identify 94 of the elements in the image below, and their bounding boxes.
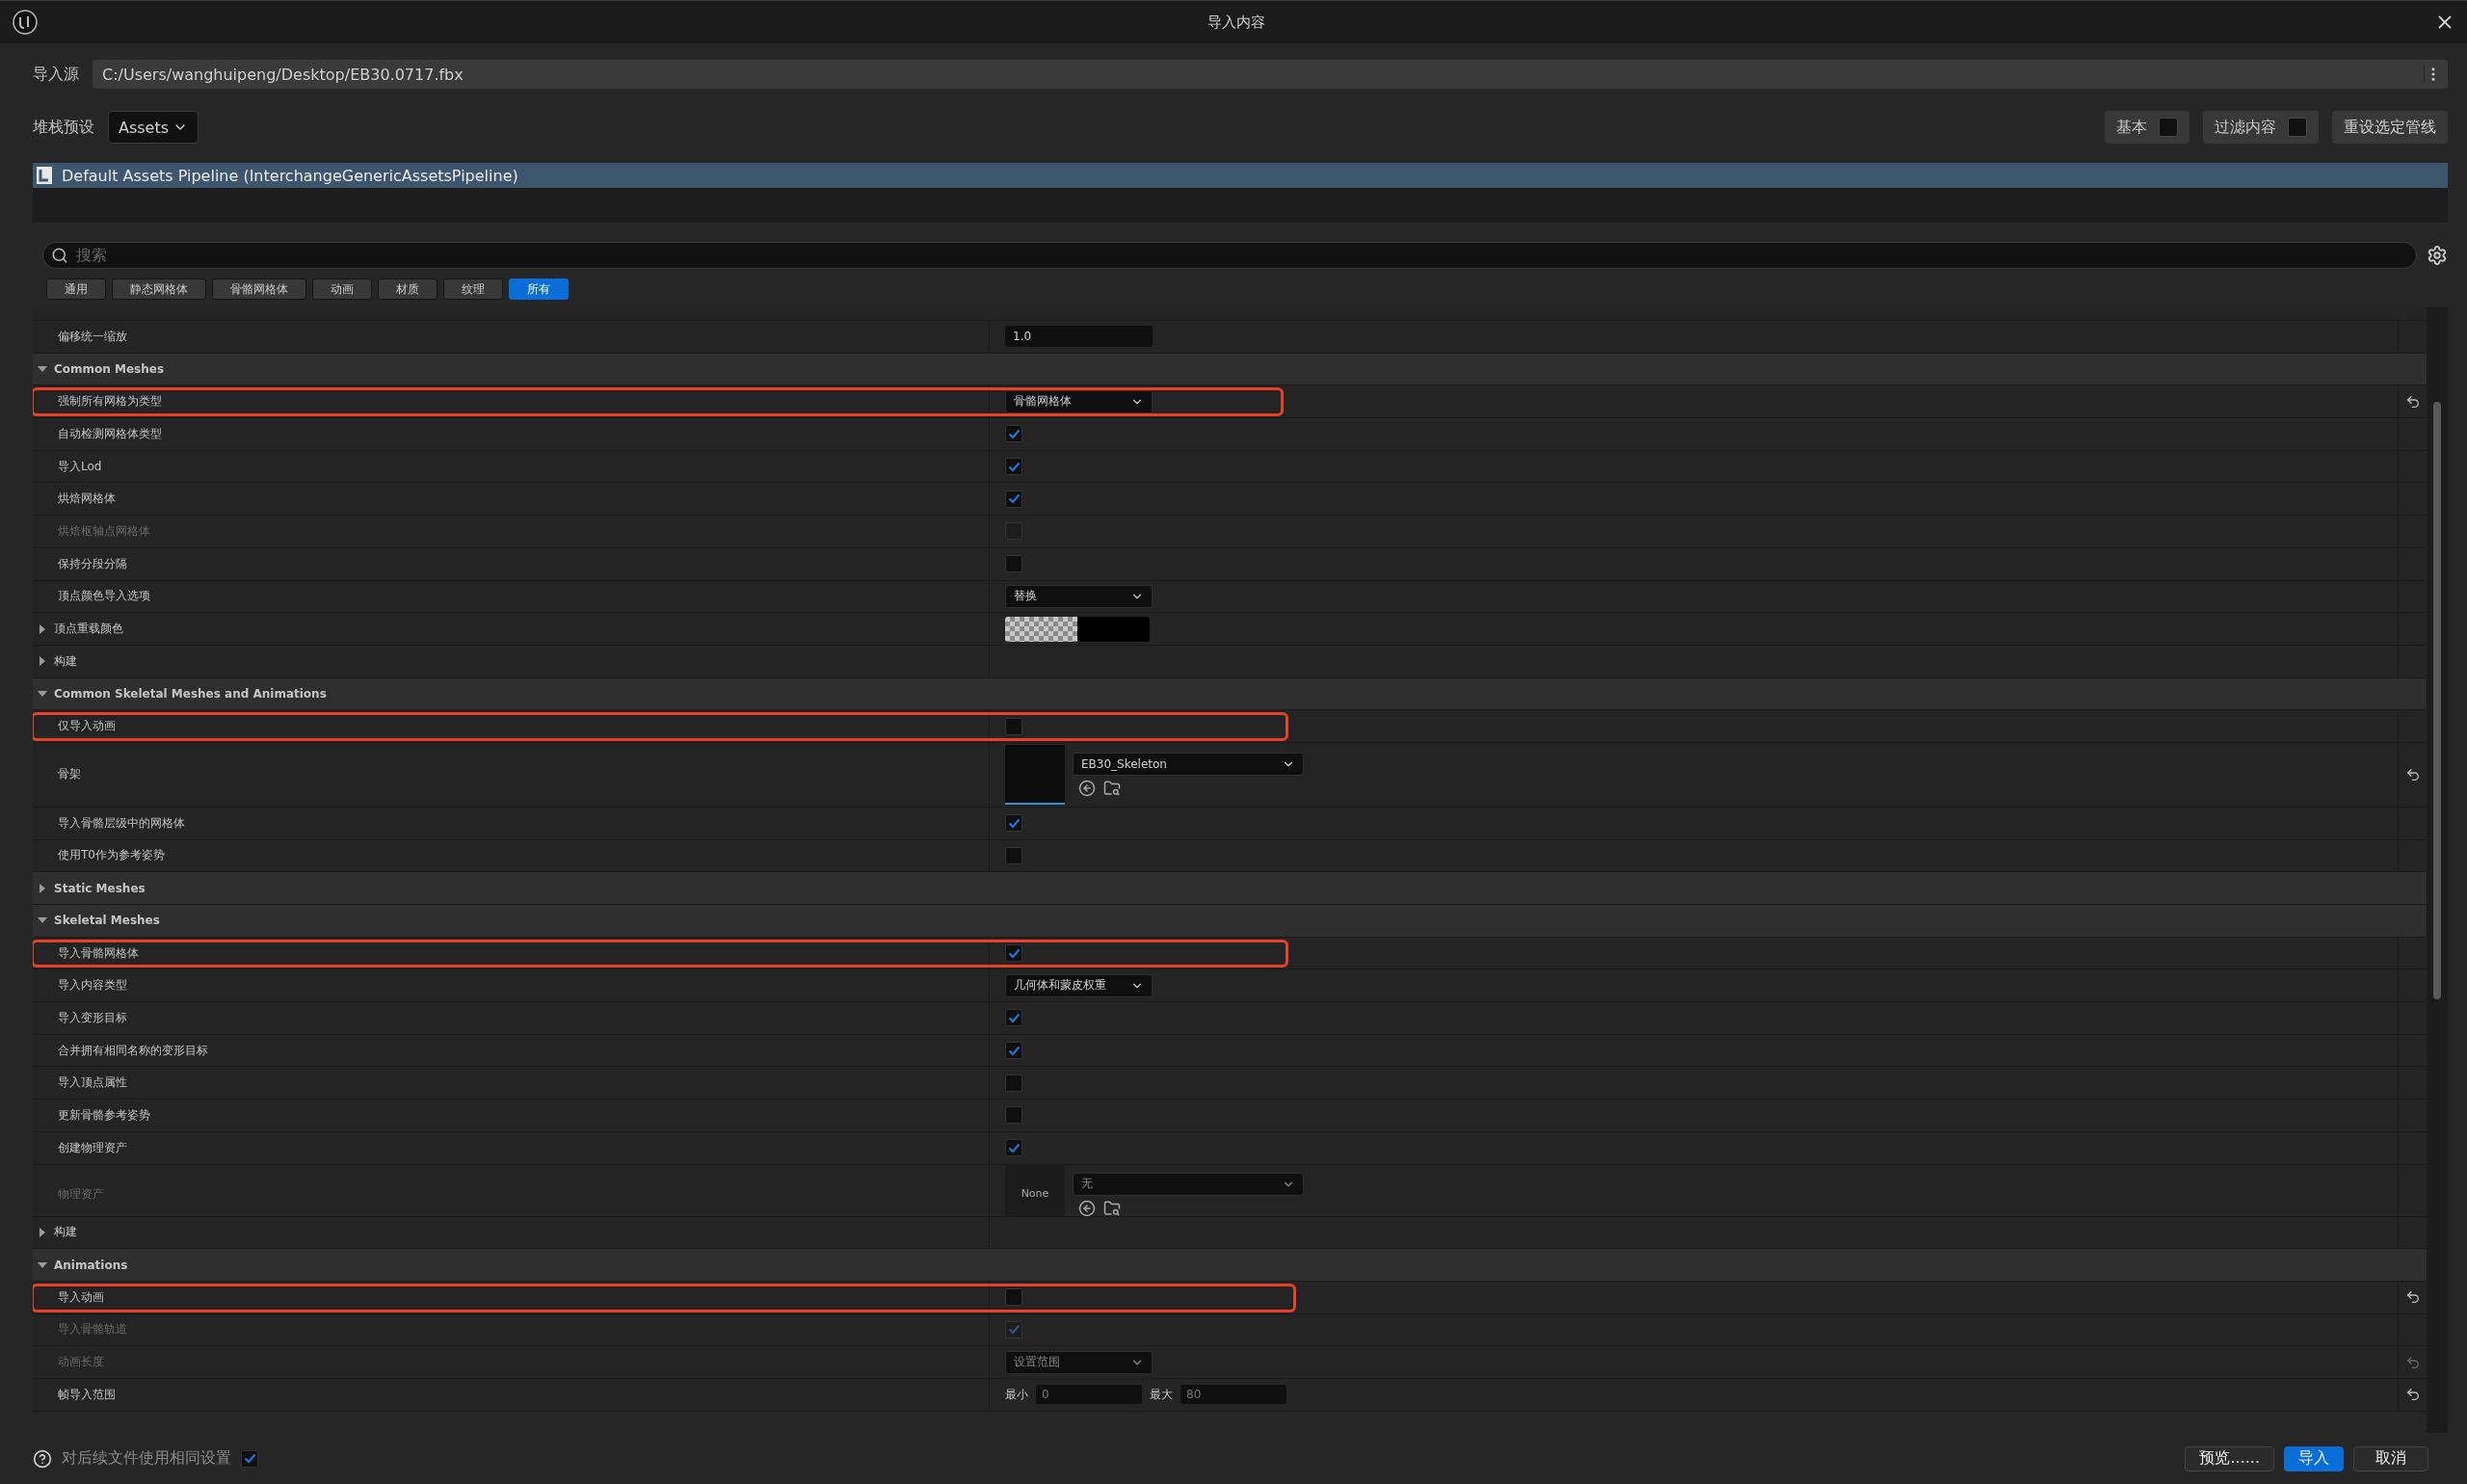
toggle-button[interactable]: 过滤内容	[2203, 111, 2319, 144]
source-label: 导入源	[33, 64, 79, 85]
use-selected-icon[interactable]	[1078, 779, 1096, 797]
checkbox[interactable]	[2288, 118, 2307, 137]
property-label: 导入变形目标	[58, 1009, 127, 1026]
property-label: 使用T0作为参考姿势	[58, 847, 165, 864]
property-label: 创建物理资产	[58, 1139, 127, 1156]
color-swatch[interactable]	[1005, 616, 1150, 642]
browse-folder-icon[interactable]	[1103, 779, 1121, 797]
checkbox[interactable]	[1005, 1073, 1022, 1092]
checkbox[interactable]	[1005, 555, 1022, 573]
max-field[interactable]: 80	[1180, 1385, 1287, 1405]
property-label: 物理资产	[58, 1186, 104, 1203]
preset-label: 堆栈预设	[33, 117, 94, 138]
reset-icon[interactable]	[2404, 1289, 2421, 1306]
asset-dropdown[interactable]: EB30_Skeleton	[1073, 752, 1304, 776]
property-label: 合并拥有相同名称的变形目标	[58, 1042, 208, 1059]
section-header[interactable]: Common Skeletal Meshes and Animations	[54, 686, 327, 701]
property-label: 导入顶点属性	[58, 1074, 127, 1092]
value-field[interactable]: 1.0	[1005, 326, 1153, 348]
property-label: 导入内容类型	[58, 977, 127, 994]
filter-tab[interactable]: 骨骼网格体	[212, 278, 306, 300]
section-header[interactable]: Skeletal Meshes	[54, 914, 160, 928]
section-header[interactable]: Animations	[54, 1258, 128, 1272]
property-label: 自动检测网格体类型	[58, 425, 162, 442]
section-header[interactable]: Common Meshes	[54, 362, 165, 377]
filter-tab[interactable]: 通用	[46, 278, 106, 300]
property-label: 仅导入动画	[58, 718, 116, 735]
pipeline-icon	[37, 167, 52, 184]
property-label: 保持分段分隔	[58, 555, 127, 572]
reset-icon[interactable]	[2404, 1387, 2421, 1403]
section-header[interactable]: Static Meshes	[54, 881, 146, 895]
checkbox[interactable]	[241, 1449, 258, 1468]
checkbox[interactable]	[1005, 1009, 1022, 1027]
property-label: 动画长度	[58, 1354, 104, 1371]
min-label: 最小	[1005, 1386, 1028, 1403]
use-selected-icon[interactable]	[1078, 1199, 1096, 1217]
window-title: 导入内容	[1207, 13, 1265, 32]
checkbox[interactable]	[1005, 846, 1022, 864]
property-label: 强制所有网格为类型	[58, 393, 162, 411]
reset-icon[interactable]	[2404, 393, 2421, 410]
checkbox[interactable]	[2159, 118, 2178, 137]
checkbox[interactable]	[1005, 1106, 1022, 1125]
checkbox[interactable]	[1005, 1139, 1022, 1157]
property-label: 顶点颜色导入选项	[58, 588, 150, 605]
value-dropdown[interactable]: 替换	[1005, 584, 1153, 608]
search-icon	[51, 247, 68, 264]
property-label: 烘焙网格体	[58, 490, 116, 508]
checkbox[interactable]	[1005, 717, 1022, 735]
property-label: 顶点重载颜色	[54, 621, 123, 638]
property-label: 烘焙枢轴点网格体	[58, 522, 150, 540]
logo-icon	[12, 9, 39, 36]
filter-tab[interactable]: 静态网格体	[112, 278, 206, 300]
value-dropdown[interactable]: 几何体和蒙皮权重	[1005, 973, 1153, 997]
checkbox[interactable]	[1005, 1288, 1022, 1307]
filter-tab[interactable]: 纹理	[443, 278, 503, 300]
same-settings-label: 对后续文件使用相同设置	[62, 1448, 231, 1469]
scrollbar-thumb[interactable]	[2433, 402, 2441, 999]
property-label: 导入骨骼轨道	[58, 1321, 127, 1338]
checkbox[interactable]	[1005, 1042, 1022, 1060]
source-path-field[interactable]: C:/Users/wanghuipeng/Desktop/EB30.0717.fbx	[93, 60, 2448, 89]
reset-pipeline-button[interactable]: 重设选定管线	[2332, 111, 2448, 144]
property-label: 更新骨骼参考姿势	[58, 1106, 150, 1124]
checkbox[interactable]	[1005, 814, 1022, 833]
pipeline-item[interactable]: Default Assets Pipeline (InterchangeGenericAssetsPipeline)	[33, 163, 2448, 188]
value-dropdown[interactable]: 骨骼网格体	[1005, 389, 1153, 413]
reset-icon[interactable]	[2404, 766, 2421, 782]
checkbox[interactable]	[1005, 458, 1022, 476]
property-label: 偏移统一缩放	[58, 328, 127, 345]
browse-folder-icon[interactable]	[1103, 1199, 1121, 1217]
filter-tab[interactable]: 材质	[378, 278, 438, 300]
property-label: 帧导入范围	[58, 1386, 116, 1403]
dialog-button[interactable]: 预览......	[2185, 1445, 2274, 1471]
preset-dropdown[interactable]: Assets	[108, 111, 199, 144]
property-label: 导入Lod	[58, 458, 102, 475]
filter-tab[interactable]: 所有	[509, 278, 569, 300]
dialog-button[interactable]: 导入	[2284, 1445, 2344, 1471]
property-label: 构建	[54, 1224, 77, 1241]
checkbox[interactable]	[1005, 490, 1022, 508]
filter-tab[interactable]: 动画	[312, 278, 372, 300]
dialog-button[interactable]: 取消	[2353, 1445, 2428, 1471]
max-label: 最大	[1150, 1386, 1173, 1403]
settings-icon[interactable]	[2427, 245, 2448, 266]
checkbox[interactable]	[1005, 944, 1022, 963]
asset-thumbnail	[1005, 744, 1065, 805]
toggle-button[interactable]: 基本	[2105, 111, 2189, 144]
property-label: 骨架	[58, 766, 81, 783]
checkbox[interactable]	[1005, 425, 1022, 443]
property-label: 导入动画	[58, 1288, 104, 1306]
property-label: 导入骨骼网格体	[58, 944, 139, 962]
min-field[interactable]: 0	[1036, 1385, 1142, 1405]
property-label: 导入骨骼层级中的网格体	[58, 814, 185, 832]
property-label: 构建	[54, 652, 77, 670]
help-icon[interactable]	[33, 1448, 52, 1469]
